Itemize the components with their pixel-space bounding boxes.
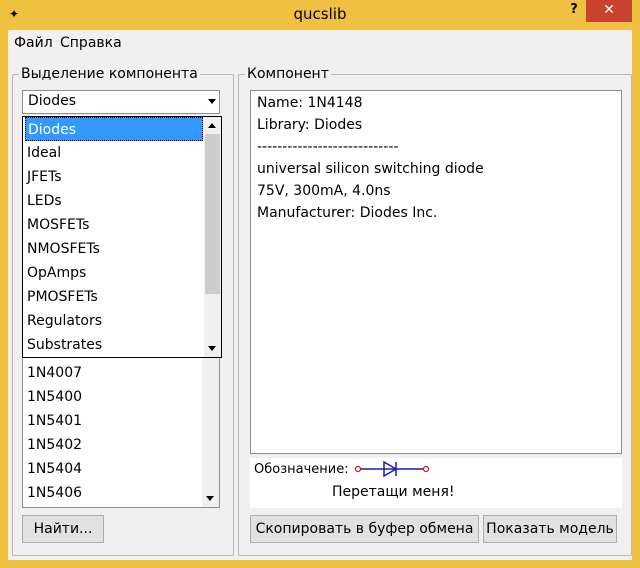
list-item[interactable]: 1N5404 [27, 457, 82, 481]
dropdown-item-leds[interactable]: LEDs [25, 189, 203, 213]
symbol-label: Обозначение: [254, 462, 349, 477]
drag-hint: Перетащи меня! [332, 484, 455, 500]
menu-bar: Файл Справка [8, 30, 632, 58]
scroll-down-icon[interactable] [208, 346, 216, 351]
dropdown-item-opamps[interactable]: OpAmps [25, 261, 203, 285]
dropdown-scroll-thumb[interactable] [205, 134, 220, 294]
client-area: Файл Справка Выделение компонента Diodes… [8, 30, 632, 560]
find-button[interactable]: Найти... [22, 515, 104, 543]
dropdown-item-mosfets[interactable]: MOSFETs [25, 213, 203, 237]
component-info-pane[interactable]: Name: 1N4148 Library: Diodes -----------… [250, 90, 622, 454]
info-name: Name: 1N4148 [257, 95, 363, 111]
dropdown-item-ideal[interactable]: Ideal [25, 141, 203, 165]
info-separator: ---------------------------- [257, 139, 399, 155]
dropdown-item-substrates[interactable]: Substrates [25, 333, 203, 357]
title-bar[interactable]: ✦ qucslib ? ✕ [0, 0, 640, 30]
symbol-area[interactable]: Обозначение: Перетащи меня! [250, 458, 622, 508]
info-ratings: 75V, 300mA, 4.0ns [257, 183, 391, 199]
info-manufacturer: Manufacturer: Diodes Inc. [257, 205, 438, 221]
list-item[interactable]: 1N5400 [27, 385, 82, 409]
close-button[interactable]: ✕ [586, 0, 632, 22]
dropdown-item-diodes[interactable]: Diodes [25, 117, 203, 141]
list-item[interactable]: 1N5402 [27, 433, 82, 457]
app-window: ✦ qucslib ? ✕ Файл Справка Выделение ком… [0, 0, 640, 568]
menu-file[interactable]: Файл [14, 35, 53, 51]
library-dropdown[interactable]: Diodes Ideal JFETs LEDs MOSFETs NMOSFETs… [22, 116, 222, 358]
library-combobox[interactable]: Diodes [22, 90, 220, 114]
info-description: universal silicon switching diode [257, 161, 484, 177]
scroll-down-icon[interactable] [206, 496, 214, 501]
dropdown-item-jfets[interactable]: JFETs [25, 165, 203, 189]
info-library: Library: Diodes [257, 117, 363, 133]
help-button[interactable]: ? [560, 0, 588, 22]
component-legend: Компонент [247, 66, 329, 82]
scroll-up-icon[interactable] [208, 123, 216, 128]
dropdown-item-regulators[interactable]: Regulators [25, 309, 203, 333]
menu-help[interactable]: Справка [60, 35, 122, 51]
component-selection-legend: Выделение компонента [21, 66, 198, 82]
dropdown-item-nmosfets[interactable]: NMOSFETs [25, 237, 203, 261]
dropdown-scrollbar[interactable] [204, 117, 221, 357]
list-item[interactable]: 1N5401 [27, 409, 82, 433]
chevron-down-icon[interactable] [208, 99, 216, 104]
window-title: qucslib [293, 5, 347, 23]
list-item[interactable]: 1N4007 [27, 361, 82, 385]
library-combobox-value: Diodes [28, 93, 77, 109]
copy-to-clipboard-button[interactable]: Скопировать в буфер обмена [250, 515, 479, 543]
show-model-button[interactable]: Показать модель [483, 515, 617, 543]
list-item[interactable]: 1N5406 [27, 481, 82, 505]
diode-symbol-icon[interactable] [354, 460, 434, 478]
dropdown-item-pmosfets[interactable]: PMOSFETs [25, 285, 203, 309]
